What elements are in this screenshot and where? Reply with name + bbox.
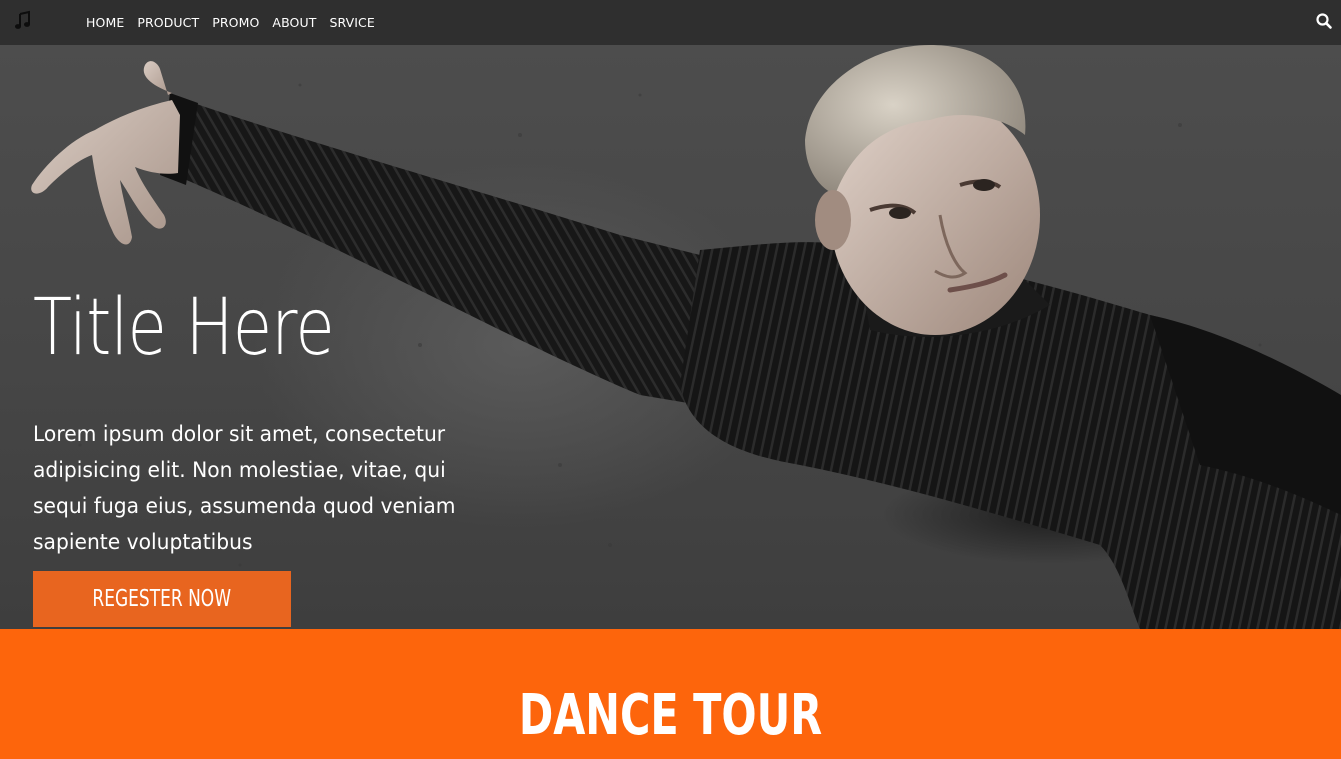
hero-section: Title Here Lorem ipsum dolor sit amet, c…	[0, 45, 1341, 629]
search-icon[interactable]	[1315, 12, 1333, 30]
nav-menu: HOME PRODUCT PROMO ABOUT SRVICE	[86, 0, 375, 45]
top-navbar: HOME PRODUCT PROMO ABOUT SRVICE	[0, 0, 1341, 45]
hero-title: Title Here	[33, 283, 335, 373]
nav-link-promo[interactable]: PROMO	[212, 15, 259, 30]
register-now-button[interactable]: REGESTER NOW	[33, 571, 291, 627]
nav-link-about[interactable]: ABOUT	[272, 15, 316, 30]
music-note-icon[interactable]	[14, 10, 34, 32]
nav-link-product[interactable]: PRODUCT	[137, 15, 199, 30]
register-now-label: REGESTER NOW	[92, 586, 232, 612]
nav-link-service[interactable]: SRVICE	[329, 15, 374, 30]
nav-link-home[interactable]: HOME	[86, 15, 124, 30]
dance-tour-banner: DANCE TOUR	[0, 629, 1341, 759]
hero-description: Lorem ipsum dolor sit amet, consectetur …	[33, 422, 456, 554]
banner-title: DANCE TOUR	[518, 683, 823, 748]
